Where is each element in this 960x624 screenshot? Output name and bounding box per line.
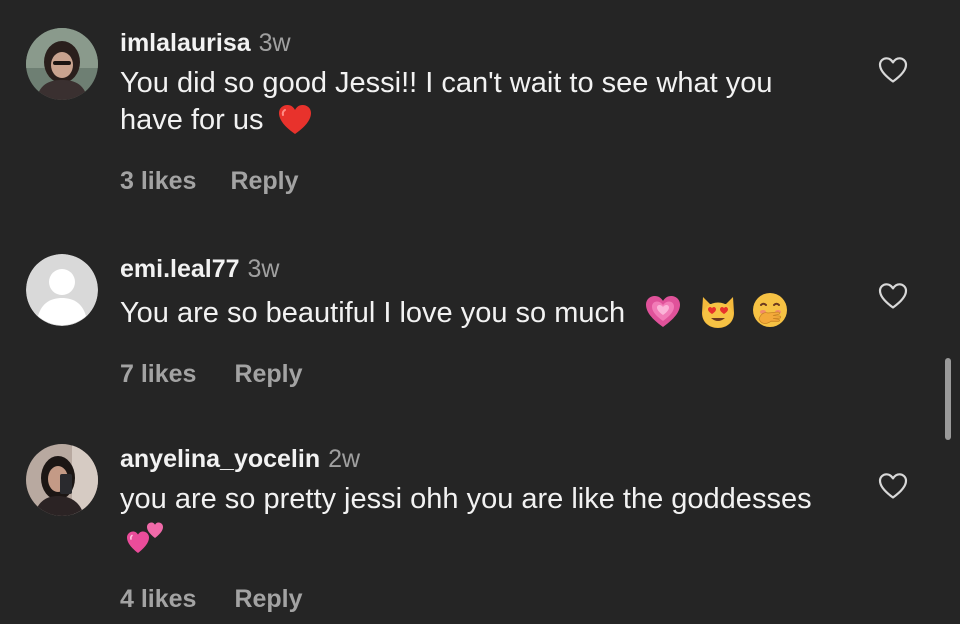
comment-text-content: You did so good Jessi!! I can't wait to … [120,67,773,136]
comment-body: imlalaurisa 3w You did so good Jessi!! I … [120,28,840,196]
username-link[interactable]: imlalaurisa [120,29,251,57]
growing-heart-icon [645,295,681,339]
two-hearts-icon [126,518,166,564]
red-heart-icon [278,104,312,146]
like-heart-icon[interactable] [878,282,908,310]
username-link[interactable]: anyelina_yocelin [120,445,320,473]
likes-count[interactable]: 7 likes [120,359,196,389]
avatar[interactable] [26,254,98,326]
comment-meta: emi.leal77 3w [120,254,840,284]
comment-body: emi.leal77 3w You are so beautiful I love… [120,254,840,389]
person-silhouette-icon [26,254,98,326]
hand-over-mouth-icon [751,291,789,339]
likes-count[interactable]: 3 likes [120,166,196,196]
reply-button[interactable]: Reply [234,359,302,389]
comment-actions: 3 likes Reply [120,166,840,196]
comment-text-content: You are so beautiful I love you so much [120,297,626,329]
heart-eyes-cat-icon [699,293,737,339]
timestamp: 3w [258,29,291,57]
scrollbar[interactable] [945,358,951,440]
like-heart-icon[interactable] [878,472,908,500]
username-link[interactable]: emi.leal77 [120,255,240,283]
comment-actions: 4 likes Reply [120,584,840,614]
comment-body: anyelina_yocelin 2w you are so pretty jes… [120,444,840,614]
like-heart-icon[interactable] [878,56,908,84]
comment-text: you are so pretty jessi ohh you are like… [120,481,840,564]
timestamp: 2w [328,445,361,473]
comment-actions: 7 likes Reply [120,359,840,389]
likes-count[interactable]: 4 likes [120,584,196,614]
reply-button[interactable]: Reply [234,584,302,614]
avatar[interactable] [26,444,98,516]
comment-meta: anyelina_yocelin 2w [120,444,840,474]
comment-text-content: you are so pretty jessi ohh you are like… [120,483,812,515]
comment-text: You did so good Jessi!! I can't wait to … [120,65,840,146]
avatar[interactable] [26,28,98,100]
comment-meta: imlalaurisa 3w [120,28,840,58]
timestamp: 3w [247,255,280,283]
reply-button[interactable]: Reply [230,166,298,196]
comment-text: You are so beautiful I love you so much [120,291,840,339]
